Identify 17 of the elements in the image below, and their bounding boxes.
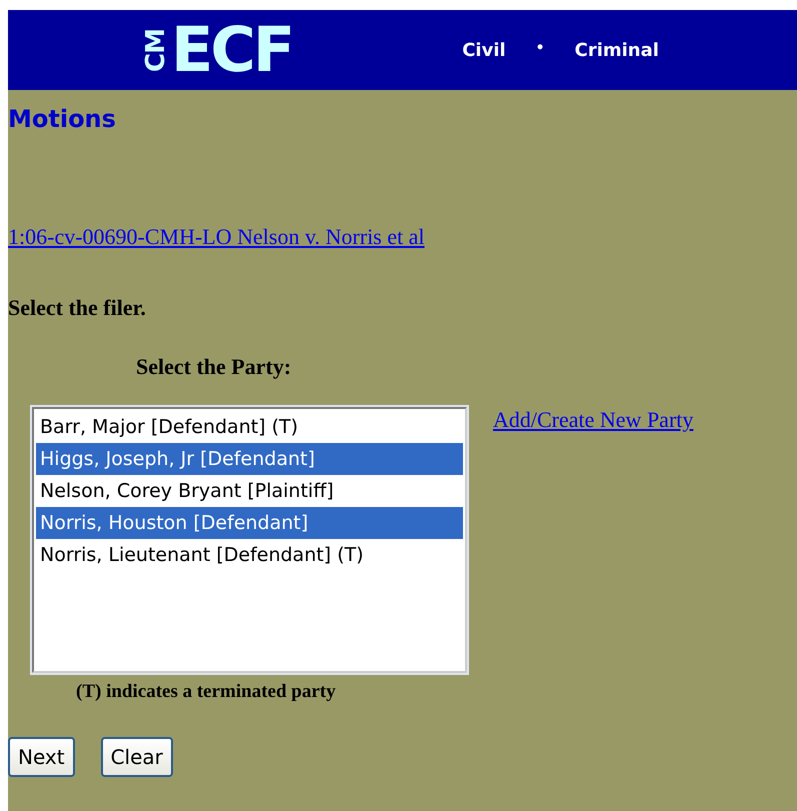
logo: ECF <box>171 19 292 81</box>
nav-link[interactable]: Civil <box>462 40 506 60</box>
party-option[interactable]: Barr, Major [Defendant] (T) <box>36 411 463 443</box>
clear-button[interactable]: Clear <box>100 737 173 777</box>
note-text: (T) indicates a terminated party <box>76 681 336 703</box>
nav-link[interactable]: Criminal <box>574 40 659 60</box>
logo-text: CM <box>143 28 169 72</box>
party-option[interactable]: Norris, Houston [Defendant] <box>36 507 463 539</box>
party-listbox[interactable]: Barr, Major [Defendant] (T) Higgs, Joseph, Jr [Defendant] Nelson, Corey Bryant [Plaintiff] Norris, Houston [Defendant] Norris, Lieutenant [Defendant] (T) <box>32 407 467 673</box>
party-label: Select the Party: <box>136 354 292 380</box>
party-option[interactable]: Nelson, Corey Bryant [Plaintiff] <box>36 475 463 507</box>
party-option[interactable]: Norris, Lieutenant [Defendant] (T) <box>36 539 463 571</box>
nav-separator: • <box>536 40 545 58</box>
page-title: Motions <box>8 104 117 134</box>
instruction-text: Select the filer. <box>8 295 147 321</box>
party-option[interactable]: Higgs, Joseph, Jr [Defendant] <box>36 443 463 475</box>
next-button[interactable]: Next <box>8 737 75 777</box>
